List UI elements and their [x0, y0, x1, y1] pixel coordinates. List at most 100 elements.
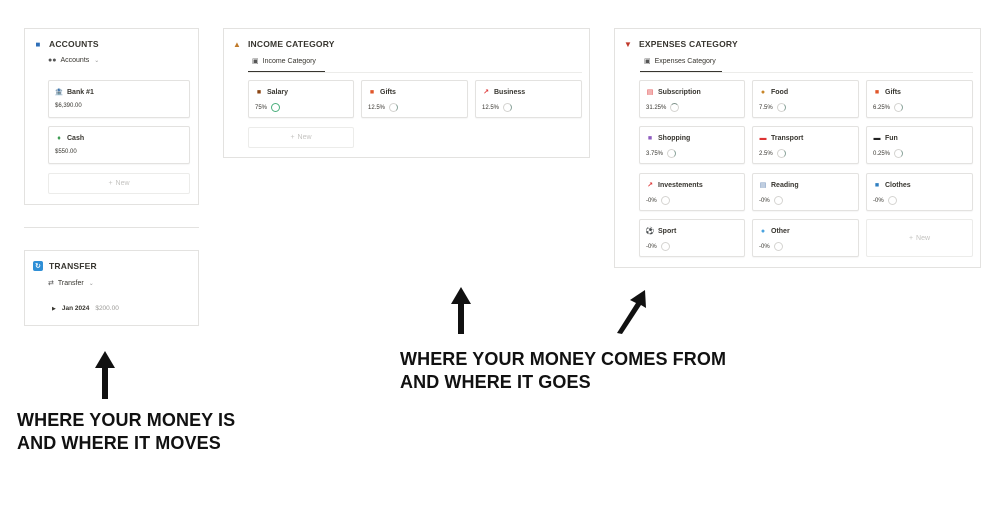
category-name: Transport [771, 134, 804, 142]
progress-ring [776, 149, 786, 158]
income-card[interactable]: ■ Gifts 12.5% [361, 80, 468, 118]
category-name: Shopping [658, 134, 691, 142]
expense-card[interactable]: ■ Gifts 6.25% [866, 80, 973, 118]
caption-right-line1: WHERE YOUR MONEY COMES FROM [400, 349, 727, 369]
users-icon: ●● [48, 57, 57, 64]
expenses-view-label: Expenses Category [654, 57, 716, 65]
category-percent: -0% [646, 243, 657, 250]
income-panel: ▲ INCOME CATEGORY ▣ Income Category ■ Sal… [223, 28, 590, 158]
tab-rule [640, 72, 973, 73]
chart-icon: ↗ [647, 182, 653, 189]
tab-rule [248, 72, 582, 73]
expense-card[interactable]: ● Food 7.5% [752, 80, 859, 118]
category-percent: 12.5% [368, 104, 386, 111]
category-percent: 7.5% [759, 104, 773, 111]
calendar-icon: ▤ [646, 89, 654, 96]
shirt-icon: ■ [874, 181, 880, 189]
account-card-cash[interactable]: ♦ Cash $550.00 [48, 126, 190, 164]
category-name: Other [771, 227, 790, 235]
speech-bubble-icon: ● [760, 227, 766, 235]
account-card-bank[interactable]: 🏦 Bank #1 $6,390.00 [48, 80, 190, 118]
category-name: Business [494, 88, 526, 96]
accounts-new-button[interactable]: + New [48, 173, 190, 194]
up-arrow-middle [451, 287, 471, 334]
category-name: Sport [658, 227, 677, 235]
new-label: New [115, 180, 130, 187]
category-name: Clothes [885, 181, 911, 189]
progress-ring [667, 149, 677, 158]
account-balance: $550.00 [55, 149, 77, 155]
category-percent: -0% [646, 197, 657, 204]
burger-icon: ● [760, 88, 766, 96]
expense-card[interactable]: ▬ Transport 2.5% [752, 126, 859, 164]
transfer-title: ↻ TRANSFER [33, 261, 97, 271]
accounts-title-text: ACCOUNTS [49, 39, 99, 49]
accounts-view-label: Accounts [60, 57, 90, 64]
category-name: Investements [658, 181, 703, 189]
income-card[interactable]: ↗ Business 12.5% [475, 80, 582, 118]
expenses-view-tab[interactable]: ▣ Expenses Category [644, 57, 716, 66]
account-name: Bank #1 [67, 88, 94, 96]
income-icon: ▲ [232, 39, 242, 49]
expense-card[interactable]: ■ Shopping 3.75% [639, 126, 745, 164]
progress-ring [773, 242, 783, 251]
expense-card[interactable]: ▤ Reading -0% [752, 173, 859, 211]
income-new-button[interactable]: + New [248, 127, 354, 148]
expenses-new-button[interactable]: + New [866, 219, 973, 257]
income-view-tab[interactable]: ▣ Income Category [252, 57, 316, 66]
account-balance: $6,390.00 [55, 103, 82, 109]
expense-card[interactable]: ↗ Investements -0% [639, 173, 745, 211]
group-label: Jan 2024 [61, 305, 90, 312]
income-title: ▲ INCOME CATEGORY [232, 39, 335, 49]
expense-card[interactable]: ⚽ Sport -0% [639, 219, 745, 257]
expenses-title: ▼ EXPENSES CATEGORY [623, 39, 738, 49]
chevron-down-icon: ⌄ [94, 58, 100, 64]
plus-icon: + [290, 134, 295, 141]
caption-right-line2: AND WHERE IT GOES [400, 372, 591, 392]
new-label: New [297, 134, 312, 141]
category-percent: 0.25% [873, 150, 891, 157]
shopping-bag-icon: ■ [647, 134, 653, 142]
progress-ring [660, 196, 670, 205]
plus-icon: + [908, 234, 914, 242]
category-percent: 3.75% [646, 150, 664, 157]
plus-icon: + [108, 180, 113, 187]
expenses-title-text: EXPENSES CATEGORY [639, 39, 738, 49]
category-name: Food [771, 88, 789, 96]
gift-icon: ■ [369, 88, 375, 96]
group-sum: $200.00 [95, 305, 119, 312]
progress-ring [660, 242, 670, 251]
car-icon: ▬ [759, 134, 767, 142]
up-arrow-left [95, 351, 115, 399]
category-name: Reading [771, 181, 799, 189]
section-divider [24, 227, 199, 228]
chart-icon: ↗ [483, 89, 489, 96]
progress-ring [894, 103, 904, 112]
expense-card[interactable]: ▬ Fun 0.25% [866, 126, 973, 164]
income-card[interactable]: ■ Salary 75% [248, 80, 354, 118]
expense-card[interactable]: ■ Clothes -0% [866, 173, 973, 211]
accounts-view-tab[interactable]: ●● Accounts ⌄ [48, 57, 99, 64]
expense-card[interactable]: ▤ Subscription 31.25% [639, 80, 745, 118]
soccer-ball-icon: ⚽ [645, 228, 655, 235]
transfer-panel: ↻ TRANSFER ⇄ Transfer ⌄ ▶ Jan 2024 $200.… [24, 250, 199, 326]
category-percent: -0% [759, 197, 770, 204]
category-name: Subscription [658, 88, 701, 96]
income-view-label: Income Category [262, 57, 316, 65]
bank-icon: 🏦 [54, 89, 64, 96]
progress-ring [776, 103, 786, 112]
transfer-view-tab[interactable]: ⇄ Transfer ⌄ [48, 279, 94, 288]
money-icon: ♦ [57, 134, 61, 142]
new-label: New [916, 234, 931, 242]
category-name: Fun [885, 134, 898, 142]
caption-left-line1: WHERE YOUR MONEY IS [17, 410, 236, 430]
accounts-title: ■ ACCOUNTS [33, 39, 99, 49]
caret-right-icon: ▶ [52, 305, 56, 312]
gamepad-icon: ▬ [873, 134, 881, 142]
expense-card[interactable]: ● Other -0% [752, 219, 859, 257]
card-icon: ▣ [644, 58, 651, 65]
transfer-group-row[interactable]: ▶ Jan 2024 $200.00 [52, 305, 119, 312]
category-name: Gifts [380, 88, 396, 96]
bank-building-icon: ■ [35, 39, 41, 49]
category-percent: 75% [255, 104, 268, 111]
